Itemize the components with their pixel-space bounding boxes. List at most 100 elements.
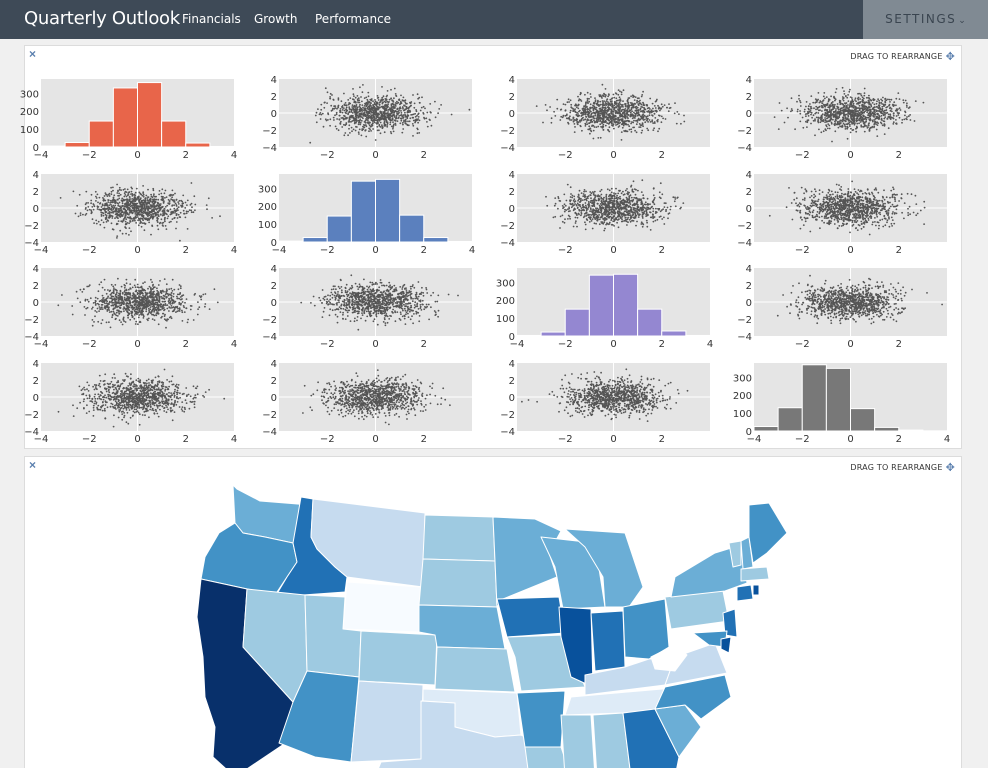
scatter-point (406, 117, 409, 120)
scatter-point (607, 93, 610, 96)
scatter-point (604, 217, 607, 220)
histogram-bar[interactable] (423, 237, 449, 243)
scatter-point (87, 202, 89, 204)
scatter-point (657, 107, 660, 110)
close-panel-icon[interactable]: × (29, 47, 36, 61)
scatter-point (130, 200, 132, 203)
histogram-subplot[interactable]: −4 −2 0 2 4 300 200 100 0 (20, 79, 237, 161)
histogram-bar[interactable] (185, 142, 211, 148)
scatter-point (845, 113, 848, 116)
scatter-point (658, 114, 660, 117)
scatter-point (641, 203, 644, 205)
scatter-point (142, 210, 145, 213)
scatter-point (581, 199, 584, 201)
histogram-bar[interactable] (40, 145, 66, 148)
scatter-point (588, 116, 590, 119)
nav-link-performance[interactable]: Performance (315, 12, 391, 26)
scatter-point (860, 125, 863, 128)
scatter-point (380, 99, 382, 102)
scatter-point (188, 209, 191, 211)
scatter-point (860, 119, 863, 122)
scatter-subplot[interactable]: −2 0 2 4 2 0 −2 −4 (500, 75, 710, 161)
histogram-bar[interactable] (326, 215, 352, 243)
scatter-point (864, 105, 866, 108)
scatter-point (329, 92, 332, 95)
scatter-point (578, 189, 581, 192)
scatter-point (92, 208, 95, 211)
scatter-point (868, 99, 871, 101)
scatter-point (806, 119, 809, 122)
scatter-subplot[interactable]: −2 0 2 4 2 0 −2 −4 (500, 170, 710, 256)
scatter-subplot[interactable]: −2 0 2 4 2 0 −2 −4 (262, 75, 472, 161)
histogram-bar[interactable] (302, 237, 328, 243)
histogram-bar[interactable] (350, 180, 376, 243)
scatter-point (369, 104, 371, 106)
scatter-point (422, 105, 425, 108)
scatter-point (403, 104, 405, 107)
scatter-point (652, 187, 655, 190)
scatter-point (569, 115, 571, 118)
scatter-subplot[interactable]: −2 0 2 4 2 0 −2 −4 (737, 75, 947, 161)
brand-title[interactable]: Quarterly Outlook (24, 8, 180, 29)
scatter-point (570, 103, 573, 106)
settings-button[interactable]: SETTINGS ⌄ (863, 0, 988, 39)
x-tick-label: −2 (320, 150, 335, 161)
scatter-point (118, 192, 120, 195)
scatter-point (635, 224, 637, 227)
histogram-bar[interactable] (112, 87, 138, 148)
scatter-point (150, 193, 152, 196)
scatter-point (177, 213, 180, 216)
histogram-bar[interactable] (278, 240, 304, 243)
scatter-point (608, 223, 611, 225)
y-tick-label: 300 (20, 89, 39, 100)
scatter-point (115, 208, 118, 211)
scatter-point (323, 106, 326, 109)
scatter-point (121, 200, 124, 203)
scatter-point (191, 206, 193, 209)
scatter-point (158, 190, 161, 192)
scatter-point (907, 107, 910, 109)
scatter-point (622, 190, 624, 193)
scatter-point (880, 117, 883, 120)
nav-link-growth[interactable]: Growth (254, 12, 297, 26)
scatter-point (656, 120, 659, 123)
y-tick-label: −2 (262, 126, 277, 137)
histogram-bar[interactable] (137, 82, 163, 148)
histogram-subplot[interactable]: −4 −2 0 2 4 300 200 100 0 (258, 174, 475, 256)
scatter-point (575, 104, 578, 107)
histogram-bar[interactable] (209, 145, 235, 148)
scatter-point (93, 222, 95, 224)
histogram-bar[interactable] (447, 240, 473, 243)
drag-handle[interactable]: DRAG TO REARRANGE ✥ (850, 50, 955, 63)
scatter-point (880, 101, 883, 104)
scatter-point (600, 209, 602, 212)
scatter-point (129, 205, 132, 208)
histogram-bar[interactable] (375, 178, 401, 243)
scatter-point (143, 222, 146, 225)
scatter-point (596, 102, 599, 105)
scatter-point (818, 128, 820, 131)
scatter-point (132, 199, 134, 202)
scatter-point (880, 98, 882, 101)
scatter-point (849, 88, 851, 91)
histogram-bar[interactable] (161, 120, 187, 148)
histogram-bar[interactable] (399, 214, 425, 243)
y-tick-label: −4 (24, 238, 39, 249)
scatter-point (150, 211, 153, 214)
scatter-point (356, 126, 358, 128)
scatter-point (391, 103, 393, 105)
histogram-bar[interactable] (88, 120, 114, 148)
scatter-point (849, 102, 852, 105)
scatter-point (554, 202, 557, 205)
scatter-subplot[interactable]: −4 −2 0 2 4 4 2 0 −2 −4 (24, 170, 237, 256)
scatter-point (809, 109, 812, 111)
nav-link-financials[interactable]: Financials (182, 12, 241, 26)
scatter-point (100, 206, 103, 208)
scatter-point (557, 207, 559, 210)
scatter-point (666, 106, 668, 109)
scatter-point (832, 114, 835, 117)
scatter-point (669, 106, 672, 109)
histogram-bar[interactable] (64, 142, 90, 148)
scatter-point (584, 122, 587, 125)
scatter-point (643, 110, 645, 113)
